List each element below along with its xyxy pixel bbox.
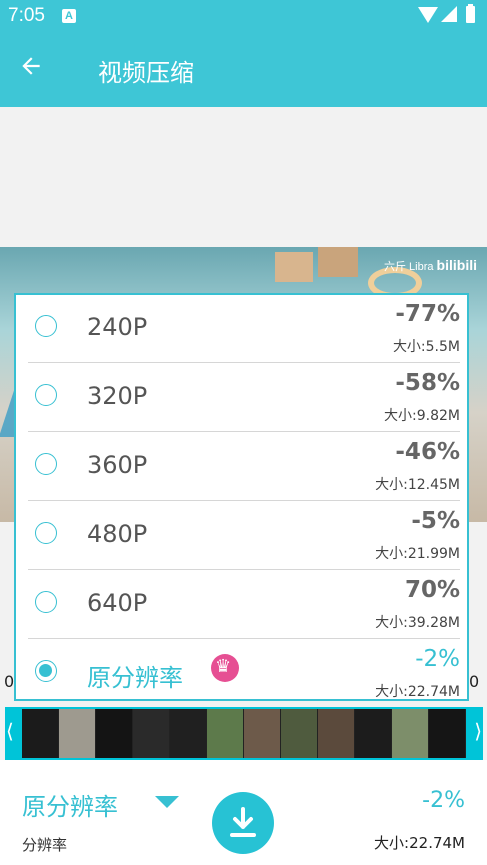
resolution-label: 480P <box>87 520 148 548</box>
resolution-dialog: 240P -77% 大小:5.5M 320P -58% 大小:9.82M 360… <box>14 293 469 701</box>
divider <box>28 569 460 570</box>
size-change-percent: -77% <box>395 301 460 327</box>
bottom-panel: 原分辨率 分辨率 -2% 大小:22.74M <box>0 760 487 865</box>
size-change-percent: -2% <box>422 788 465 813</box>
estimated-size: 大小:12.45M <box>375 477 460 493</box>
radio-button[interactable] <box>35 384 57 406</box>
resolution-option-640p[interactable]: 640P 70% 大小:39.28M <box>28 571 460 639</box>
wifi-icon <box>418 7 438 23</box>
video-thumbnail <box>429 709 466 758</box>
signal-icon <box>441 6 457 22</box>
radio-button[interactable] <box>35 453 57 475</box>
resolution-option-360p[interactable]: 360P -46% 大小:12.45M <box>28 433 460 501</box>
resolution-selector[interactable]: 原分辨率 <box>22 787 118 822</box>
estimated-size: 大小:5.5M <box>392 339 460 355</box>
resolution-caption: 分辨率 <box>22 836 68 854</box>
radio-button-selected[interactable] <box>35 660 57 682</box>
bilibili-logo: bilibili <box>436 257 477 273</box>
status-bar: 7:05 A <box>0 0 487 33</box>
video-watermark: 六斤 Libra bilibili <box>384 257 477 274</box>
divider <box>28 638 460 639</box>
video-frame-box <box>275 252 313 282</box>
resolution-option-original[interactable]: 原分辨率 -2% 大小:22.74M <box>28 640 460 708</box>
trim-handle-left[interactable]: ⟨ <box>6 719 14 743</box>
radio-button[interactable] <box>35 522 57 544</box>
size-change-percent: -5% <box>411 508 460 534</box>
video-thumbnail <box>318 709 355 758</box>
estimated-size: 大小:22.74M <box>375 684 460 700</box>
estimated-size: 大小:39.28M <box>375 615 460 631</box>
back-button[interactable] <box>18 53 58 87</box>
thumbnail-row <box>22 709 466 758</box>
estimated-size: 大小:22.74M <box>374 834 465 852</box>
resolution-option-240p[interactable]: 240P -77% 大小:5.5M <box>28 295 460 363</box>
radio-button[interactable] <box>35 591 57 613</box>
resolution-label: 320P <box>87 382 148 410</box>
video-thumbnail <box>392 709 429 758</box>
size-change-percent: -58% <box>395 370 460 396</box>
timeline-strip[interactable]: ⟨ ⟩ <box>5 707 483 760</box>
background-label-right: 0 <box>469 672 480 691</box>
page-title: 视频压缩 <box>98 59 194 87</box>
video-thumbnail <box>207 709 244 758</box>
app-bar: 视频压缩 <box>0 33 487 107</box>
battery-icon <box>466 4 475 23</box>
size-change-percent: 70% <box>404 577 460 603</box>
radio-button[interactable] <box>35 315 57 337</box>
video-thumbnail <box>244 709 281 758</box>
trim-handle-right[interactable]: ⟩ <box>474 719 482 743</box>
resolution-label: 360P <box>87 451 148 479</box>
background-label-left: 0 <box>4 672 15 691</box>
arrow-left-icon <box>22 57 40 75</box>
size-change-percent: -2% <box>415 646 460 672</box>
video-thumbnail <box>59 709 96 758</box>
estimated-size: 大小:21.99M <box>375 546 460 562</box>
video-thumbnail <box>96 709 133 758</box>
divider <box>28 431 460 432</box>
size-change-percent: -46% <box>395 439 460 465</box>
download-icon <box>230 807 256 837</box>
divider <box>28 362 460 363</box>
chevron-down-icon[interactable] <box>155 796 179 808</box>
resolution-label: 640P <box>87 589 148 617</box>
video-frame-box <box>318 247 358 277</box>
estimated-size: 大小:9.82M <box>384 408 460 424</box>
divider <box>28 500 460 501</box>
status-time: 7:05 <box>8 5 45 26</box>
resolution-option-320p[interactable]: 320P -58% 大小:9.82M <box>28 364 460 432</box>
video-thumbnail <box>355 709 392 758</box>
resolution-label: 原分辨率 <box>87 664 183 692</box>
video-thumbnail <box>22 709 59 758</box>
video-thumbnail <box>170 709 207 758</box>
resolution-label: 240P <box>87 313 148 341</box>
resolution-option-480p[interactable]: 480P -5% 大小:21.99M <box>28 502 460 570</box>
notification-icon: A <box>62 9 76 23</box>
video-thumbnail <box>133 709 170 758</box>
crown-icon <box>211 654 239 682</box>
video-thumbnail <box>281 709 318 758</box>
download-button[interactable] <box>212 792 274 854</box>
watermark-text: 六斤 Libra <box>383 261 434 273</box>
